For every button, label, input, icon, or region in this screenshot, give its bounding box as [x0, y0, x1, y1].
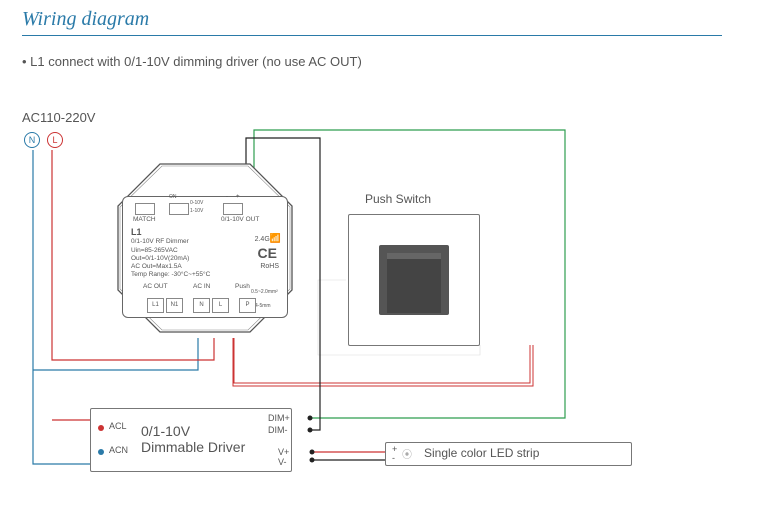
strip-minus-icon: -	[392, 453, 395, 463]
push-switch	[348, 214, 480, 346]
strip-polarity-icon: ⦿	[402, 446, 412, 461]
terminal-l1: L1	[147, 298, 164, 313]
dip-switch-1	[169, 203, 189, 215]
v-minus-label: V-	[278, 457, 287, 467]
terminal-n: N	[193, 298, 210, 313]
l1-terminal-row: L1 N1 N L P	[147, 298, 256, 313]
terminal-l: L	[212, 298, 229, 313]
acn-terminal-icon	[98, 449, 104, 455]
strip-name: Single color LED strip	[424, 446, 539, 460]
dim-minus-label: DIM-	[268, 425, 288, 435]
dim-plus-label: DIM+	[268, 413, 290, 423]
ce-mark-icon: CE	[258, 245, 277, 261]
match-button	[135, 203, 155, 215]
push-switch-plate	[379, 245, 449, 315]
acl-label: ACL	[109, 421, 127, 431]
out-label: 0/1-10V OUT	[221, 216, 259, 224]
l1-desc: 0/1-10V RF Dimmer	[131, 238, 189, 246]
acn-label: ACN	[109, 445, 128, 455]
v-plus-label: V+	[278, 447, 289, 457]
driver-name: 0/1-10VDimmable Driver	[141, 423, 245, 455]
l1-body: MATCH ON 0-10V 1-10V - + 0/1-10V OUT L1 …	[122, 196, 288, 318]
match-label: MATCH	[133, 216, 156, 224]
terminal-n1: N1	[166, 298, 183, 313]
terminal-p: P	[239, 298, 256, 313]
rf-24g-icon: 2.4G📶	[255, 233, 281, 244]
acl-terminal-icon	[98, 425, 104, 431]
dip-switch-2	[223, 203, 243, 215]
push-switch-button	[387, 253, 441, 313]
push-switch-label: Push Switch	[365, 192, 431, 206]
l1-model: L1	[131, 227, 142, 238]
rohs-label: RoHS	[260, 263, 279, 270]
l1-dimmer-module: ⊙⊙⊙⊙⊙⊙⊙⊙ MATCH ON 0-10V 1-10V - + 0/1-10…	[114, 160, 294, 340]
dimmable-driver: ACL ACN 0/1-10VDimmable Driver	[90, 408, 292, 472]
led-strip: + - ⦿ Single color LED strip	[385, 442, 632, 466]
